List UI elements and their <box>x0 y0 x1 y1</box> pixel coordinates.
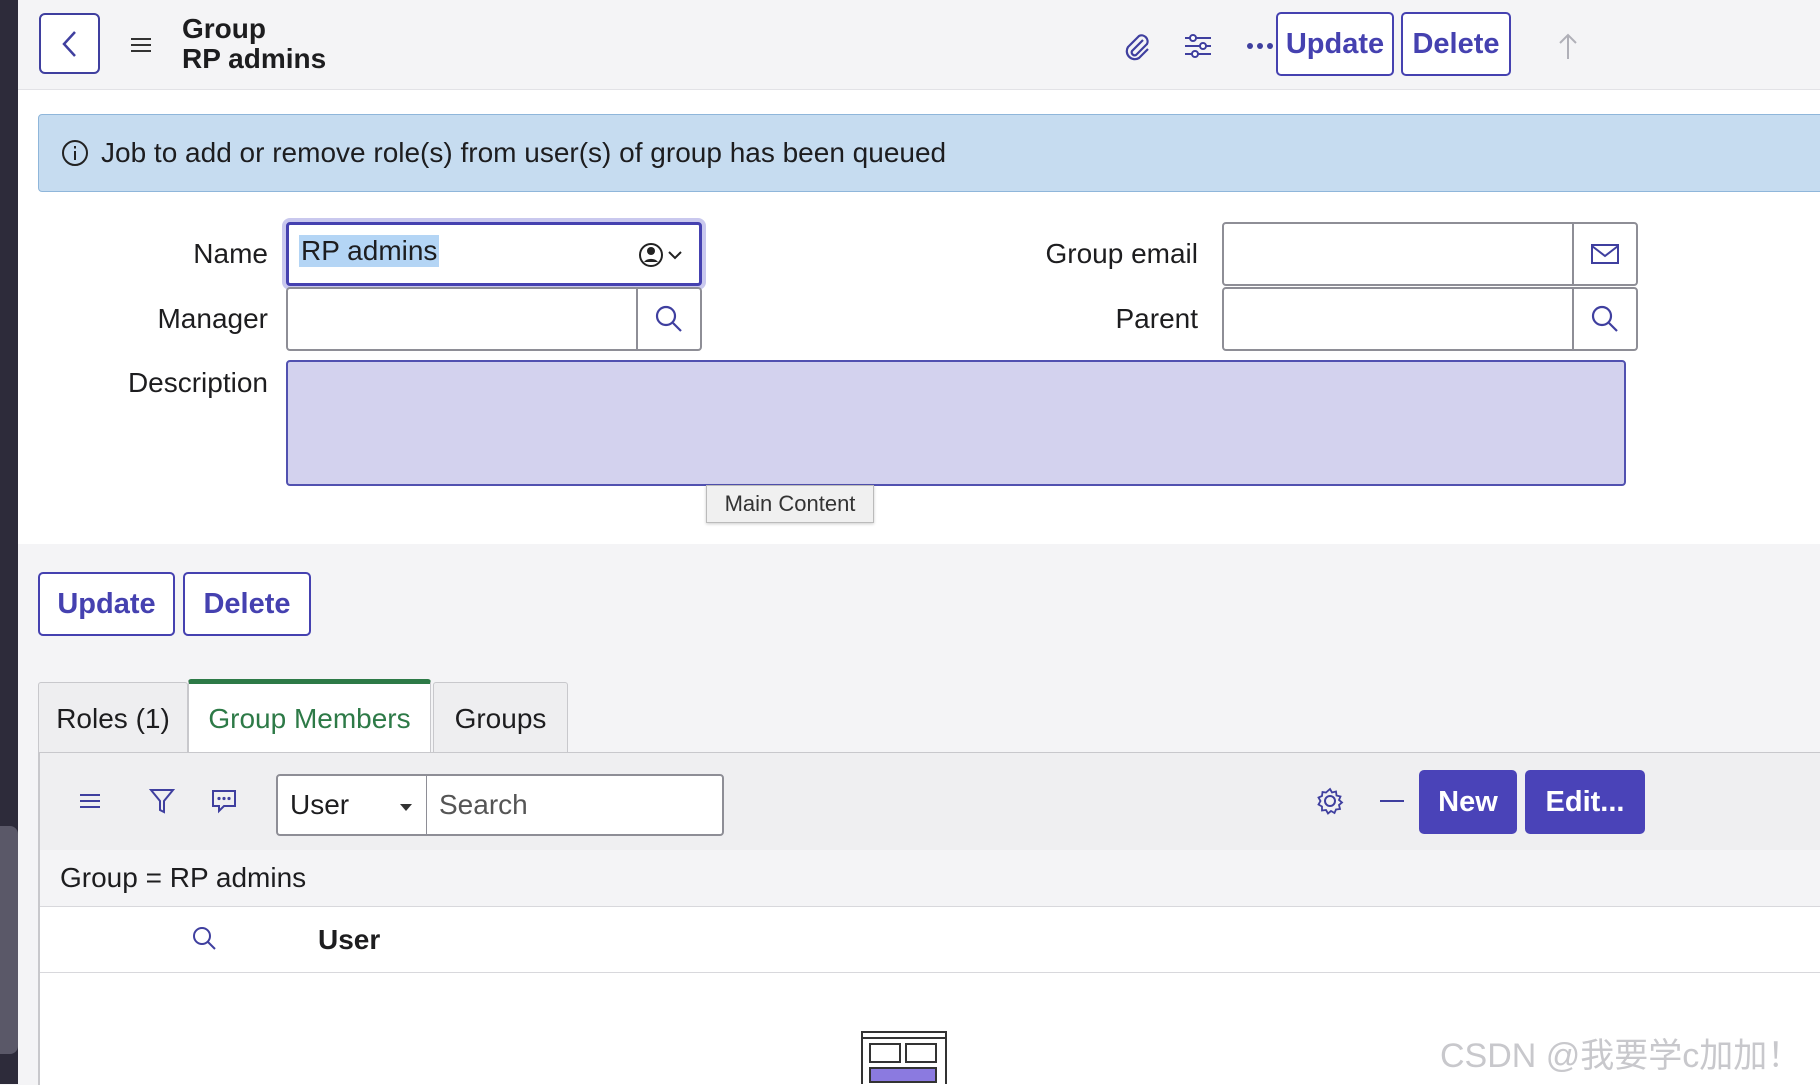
tab-group-members[interactable]: Group Members <box>188 679 431 753</box>
header-delete-button[interactable]: Delete <box>1401 12 1511 76</box>
gear-icon[interactable] <box>1310 781 1350 821</box>
record-type: Group <box>182 13 266 44</box>
new-button[interactable]: New <box>1419 770 1517 834</box>
record-name: RP admins <box>182 43 327 74</box>
list-menu-icon[interactable] <box>70 781 110 821</box>
name-label: Name <box>193 238 268 269</box>
form-header: Group RP admins Update Delete <box>18 0 1820 90</box>
collapse-icon[interactable] <box>1372 781 1412 821</box>
chevron-left-icon <box>61 30 76 57</box>
chevron-down-icon <box>400 804 412 811</box>
search-icon <box>655 305 682 332</box>
manager-lookup-button[interactable] <box>636 289 700 349</box>
manager-field[interactable] <box>286 287 702 351</box>
tab-groups[interactable]: Groups <box>433 682 568 754</box>
filter-breadcrumb[interactable]: Group = RP admins <box>40 850 1820 907</box>
description-field[interactable] <box>286 360 1626 486</box>
left-edge-handle <box>0 826 18 1054</box>
personalize-form-icon[interactable] <box>1178 26 1218 66</box>
name-field[interactable]: RP admins <box>286 222 702 286</box>
header-update-button[interactable]: Update <box>1276 12 1394 76</box>
description-label: Description <box>127 367 268 398</box>
search-icon <box>1591 305 1618 332</box>
parent-label: Parent <box>1115 303 1199 334</box>
attachment-icon[interactable] <box>1116 26 1156 66</box>
list-search-input[interactable]: Search <box>426 774 724 836</box>
name-value: RP admins <box>299 235 440 267</box>
form-update-button[interactable]: Update <box>38 572 175 636</box>
more-options-icon[interactable] <box>1240 26 1280 66</box>
info-banner: Job to add or remove role(s) from user(s… <box>38 114 1820 192</box>
back-button[interactable] <box>39 13 100 74</box>
search-field-select[interactable]: User <box>276 774 428 836</box>
left-edge-bar <box>0 0 18 1084</box>
filter-icon[interactable] <box>142 781 182 821</box>
context-menu-icon[interactable] <box>126 30 156 60</box>
user-selector-icon[interactable] <box>639 241 687 269</box>
list-toolbar: User Search New Edit... <box>40 753 1820 850</box>
form-body: Job to add or remove role(s) from user(s… <box>18 90 1820 544</box>
group-email-label: Group email <box>1045 238 1198 269</box>
search-field-value: User <box>290 789 350 820</box>
banner-message: Job to add or remove role(s) from user(s… <box>101 137 947 168</box>
empty-state-illustration <box>861 1031 947 1084</box>
mail-icon <box>1591 244 1619 264</box>
parent-field[interactable] <box>1222 287 1638 351</box>
column-search-icon[interactable] <box>190 924 220 954</box>
parent-lookup-button[interactable] <box>1572 289 1636 349</box>
tab-roles[interactable]: Roles (1) <box>38 682 188 754</box>
page-title: Group RP admins <box>182 14 326 74</box>
group-email-field[interactable] <box>1222 222 1638 286</box>
list-column-header: User <box>40 908 1820 973</box>
info-icon <box>62 140 88 166</box>
email-button[interactable] <box>1572 224 1636 284</box>
edit-button[interactable]: Edit... <box>1525 770 1645 834</box>
manager-label: Manager <box>157 303 268 334</box>
scroll-up-arrow-icon[interactable] <box>1548 26 1588 66</box>
watermark: CSDN @我要学c加加！ <box>1440 1037 1802 1075</box>
main-content-tooltip: Main Content <box>706 485 874 523</box>
user-column-header[interactable]: User <box>318 924 380 956</box>
form-delete-button[interactable]: Delete <box>183 572 311 636</box>
comment-icon[interactable] <box>204 781 244 821</box>
